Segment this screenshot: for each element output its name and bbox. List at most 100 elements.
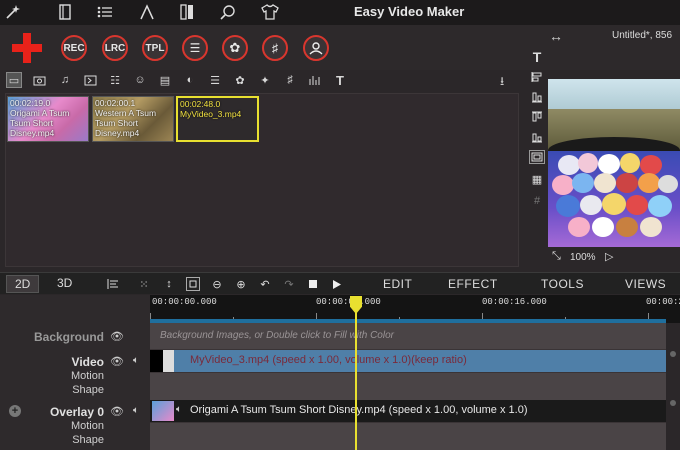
account-button[interactable] bbox=[303, 35, 329, 61]
align-left-icon[interactable] bbox=[529, 70, 545, 84]
timeline-scrollbar[interactable] bbox=[666, 323, 680, 450]
track-name-background: Background bbox=[33, 330, 104, 344]
view-2d-tab[interactable]: 2D bbox=[6, 275, 40, 293]
eye-icon[interactable]: 👁︎ bbox=[110, 405, 124, 418]
tshirt-icon[interactable] bbox=[261, 3, 279, 21]
media-item-name: MyVideo_3.mp4 bbox=[180, 109, 242, 119]
track-motion-overlay[interactable]: Motion bbox=[71, 420, 104, 432]
video-motion-lane[interactable] bbox=[150, 373, 666, 401]
tab-list-icon[interactable]: ☷ bbox=[107, 72, 123, 88]
book-icon[interactable] bbox=[56, 3, 74, 21]
zoom-level[interactable]: 100% bbox=[570, 252, 596, 263]
stop-icon[interactable] bbox=[306, 277, 320, 291]
align-top-icon[interactable] bbox=[529, 110, 545, 124]
grid-disabled-icon: # bbox=[533, 195, 541, 207]
frame-icon[interactable] bbox=[529, 150, 545, 164]
tab-emoji-icon[interactable]: ☺ bbox=[132, 72, 148, 88]
video-preview[interactable] bbox=[548, 79, 680, 247]
tab-equalizer-icon[interactable] bbox=[307, 72, 323, 88]
tab-contrast-icon[interactable]: ◐ bbox=[182, 72, 198, 88]
ruler-label: 00:00:00.000 bbox=[152, 297, 217, 307]
media-item-time: 00:02:48.0 bbox=[180, 99, 221, 109]
music-score-button[interactable]: ♯ bbox=[262, 35, 288, 61]
app-window: Easy Video Maker REC LRC TPL ☰ ✿ ♯ ↔ Unt… bbox=[0, 0, 680, 450]
fit-frame-icon[interactable] bbox=[186, 277, 200, 291]
track-name-overlay: Overlay 0 bbox=[49, 405, 104, 419]
track-motion-video[interactable]: Motion bbox=[71, 370, 104, 382]
zoom-out-icon[interactable]: ⊖ bbox=[210, 277, 224, 291]
grid-icon[interactable]: ▦ bbox=[529, 172, 545, 186]
menu-tools[interactable]: TOOLS bbox=[541, 277, 584, 291]
preview-play-icon[interactable]: ▷ bbox=[605, 250, 613, 263]
zoom-in-icon[interactable]: ⊕ bbox=[234, 277, 248, 291]
view-3d-tab[interactable]: 3D bbox=[57, 276, 72, 290]
video-clip-label: MyVideo_3.mp4 (speed x 1.00, volume x 1.… bbox=[190, 354, 467, 366]
overlay-clip[interactable]: 🔈︎ Origami A Tsum Tsum Short Disney.mp4 … bbox=[150, 400, 666, 422]
resize-corner-icon[interactable]: ⤡ bbox=[552, 250, 561, 263]
tab-video-icon[interactable]: ▭ bbox=[6, 72, 22, 88]
add-media-button[interactable] bbox=[12, 33, 42, 63]
menu-views[interactable]: VIEWS bbox=[625, 277, 666, 291]
menu-effect[interactable]: EFFECT bbox=[448, 277, 498, 291]
tab-playlist-icon[interactable]: ☰ bbox=[207, 72, 223, 88]
background-lane[interactable]: Background Images, or Double click to Fi… bbox=[150, 323, 666, 349]
text-icon[interactable]: T bbox=[529, 49, 545, 65]
bar-align-icon[interactable] bbox=[529, 130, 545, 144]
overlay-motion-lane[interactable] bbox=[150, 423, 666, 450]
track-shape-overlay[interactable]: Shape bbox=[72, 434, 104, 446]
grid-dots-icon[interactable]: ⁙ bbox=[137, 277, 151, 291]
tab-music-icon[interactable]: ♫ bbox=[57, 72, 73, 88]
media-item-selected[interactable]: 00:02:48.0 MyVideo_3.mp4 bbox=[176, 96, 259, 142]
media-category-tabs: ▭ ♫ ☷ ☺ ▤ ◐ ☰ ✿ ✦ ♯ T bbox=[0, 70, 524, 92]
background-hint: Background Images, or Double click to Fi… bbox=[160, 330, 394, 341]
tab-effects-icon[interactable]: ✿ bbox=[232, 72, 248, 88]
flower-icon: ✿ bbox=[229, 40, 241, 55]
ruler-label: 00:00:08.000 bbox=[316, 297, 381, 307]
play-icon[interactable] bbox=[330, 277, 344, 291]
template-button[interactable]: TPL bbox=[142, 35, 168, 61]
effects-button[interactable]: ✿ bbox=[222, 35, 248, 61]
tab-text-icon[interactable]: T bbox=[332, 72, 348, 88]
media-item[interactable]: 00:02:19.0 Origami A Tsum Tsum Short Dis… bbox=[7, 96, 89, 142]
import-icon[interactable]: ⭳ bbox=[500, 72, 516, 88]
video-clip[interactable]: MyVideo_3.mp4 (speed x 1.00, volume x 1.… bbox=[150, 350, 666, 372]
undo-icon[interactable]: ↶ bbox=[258, 277, 272, 291]
ruler-label: 00:00:16.000 bbox=[482, 297, 547, 307]
tab-score-icon[interactable]: ♯ bbox=[282, 72, 298, 88]
align-left-icon[interactable] bbox=[106, 277, 120, 291]
search-icon[interactable] bbox=[219, 3, 237, 21]
overlay-clip-label: Origami A Tsum Tsum Short Disney.mp4 (sp… bbox=[190, 404, 528, 416]
app-title: Easy Video Maker bbox=[354, 4, 465, 19]
speaker-icon[interactable]: 🔈︎ bbox=[133, 355, 139, 366]
resize-horizontal-icon[interactable]: ↔ bbox=[549, 28, 563, 44]
playlist-button[interactable]: ☰ bbox=[182, 35, 208, 61]
track-shape-video[interactable]: Shape bbox=[72, 384, 104, 396]
title-bar: Easy Video Maker bbox=[0, 0, 680, 25]
wand-icon[interactable] bbox=[4, 3, 22, 21]
tab-photo-icon[interactable] bbox=[31, 72, 47, 88]
ruler-label: 00:00:2 bbox=[646, 297, 680, 307]
align-bottom-icon[interactable] bbox=[529, 90, 545, 104]
eye-icon[interactable]: 👁︎ bbox=[110, 330, 124, 343]
clip-thumbnail bbox=[150, 350, 174, 372]
tab-puzzle-icon[interactable]: ✦ bbox=[257, 72, 273, 88]
menu-edit[interactable]: EDIT bbox=[383, 277, 412, 291]
eye-icon[interactable]: 👁︎ bbox=[110, 355, 124, 368]
speaker-icon: 🔈︎ bbox=[176, 404, 182, 415]
media-item[interactable]: 00:02:00.1 Western A Tsum Tsum Short Dis… bbox=[92, 96, 174, 142]
playhead-line[interactable] bbox=[355, 297, 357, 450]
media-item-time: 00:02:19.0 bbox=[10, 98, 51, 108]
list-icon[interactable] bbox=[96, 3, 114, 21]
tab-transition-icon[interactable] bbox=[82, 72, 98, 88]
add-track-icon[interactable]: + bbox=[9, 405, 21, 417]
speaker-icon[interactable]: 🔈︎ bbox=[133, 405, 139, 416]
media-item-time: 00:02:00.1 bbox=[95, 98, 136, 108]
lyrics-button[interactable]: LRC bbox=[102, 35, 128, 61]
vertical-resize-icon[interactable]: ↕ bbox=[162, 277, 176, 291]
track-name-video: Video bbox=[71, 355, 104, 369]
tab-film-icon[interactable]: ▤ bbox=[157, 72, 173, 88]
text-a-icon[interactable] bbox=[138, 3, 156, 21]
media-item-name: Origami A Tsum Tsum Short Disney.mp4 bbox=[10, 108, 70, 138]
record-button[interactable]: REC bbox=[61, 35, 87, 61]
panels-icon[interactable] bbox=[178, 3, 196, 21]
